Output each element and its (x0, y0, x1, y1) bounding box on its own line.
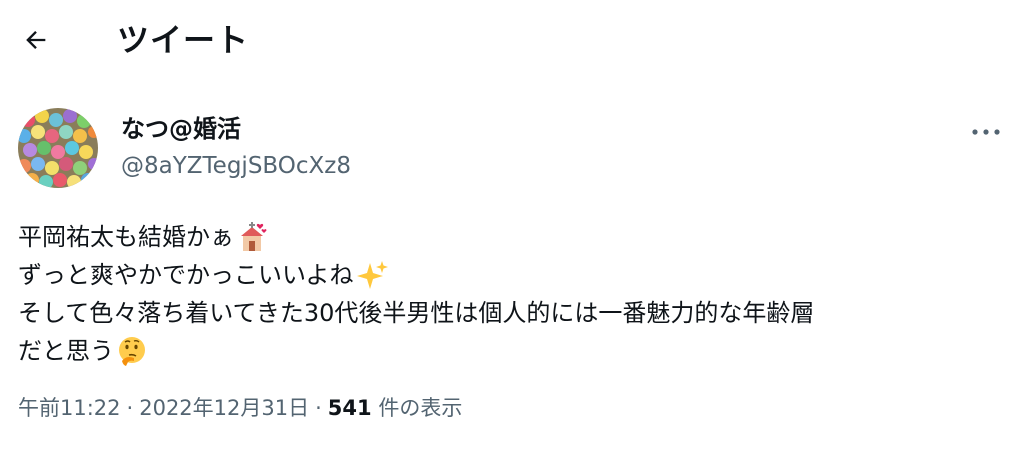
views-count[interactable]: 541 (328, 396, 372, 420)
arrow-left-icon (26, 31, 46, 49)
tweet-line-text: 平岡祐太も結婚かぁ (18, 223, 234, 251)
wedding-chapel-icon (241, 222, 267, 251)
author-display-name[interactable]: なつ@婚活 (121, 112, 241, 146)
tweet-line-text: そして色々落ち着いてきた30代後半男性は個人的には一番魅力的な年齢層 (18, 299, 815, 327)
sparkles-icon (356, 261, 388, 289)
ellipsis-icon (972, 129, 1000, 135)
tweet-line-text: だと思う (18, 337, 114, 365)
tweet-date[interactable]: 2022年12月31日 (139, 396, 309, 420)
back-button[interactable] (14, 20, 58, 60)
meta-separator: · (126, 396, 134, 420)
meta-separator: · (315, 396, 322, 420)
views-label[interactable]: 件の表示 (378, 396, 462, 420)
thinking-face-icon (119, 337, 145, 366)
avatar[interactable] (18, 108, 98, 188)
page-title: ツイート (117, 21, 250, 59)
tweet-meta: 午前11:22 · 2022年12月31日 · 541 件の表示 (18, 392, 462, 424)
candy-avatar-image (18, 108, 98, 188)
tweet-line: だと思う (18, 332, 1018, 370)
tweet-text: 平岡祐太も結婚かぁ ずっと爽やかでかっこいいよね そして色々落ち着いてきた30代… (18, 218, 1018, 370)
more-options-button[interactable] (966, 118, 1006, 146)
tweet-line: 平岡祐太も結婚かぁ (18, 218, 1018, 256)
author-handle[interactable]: @8aYZTegjSBOcXz8 (121, 150, 351, 182)
tweet-header: ツイート (0, 0, 1024, 80)
tweet-line: ずっと爽やかでかっこいいよね (18, 256, 1018, 294)
tweet-line: そして色々落ち着いてきた30代後半男性は個人的には一番魅力的な年齢層 (18, 294, 1018, 332)
tweet-line-text: ずっと爽やかでかっこいいよね (18, 261, 354, 289)
tweet-time[interactable]: 午前11:22 (18, 396, 121, 420)
